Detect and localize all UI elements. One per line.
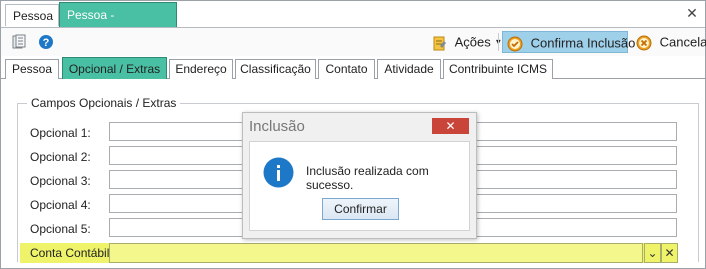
confirma-inclusao-button[interactable]: Confirma Inclusão [502, 31, 635, 53]
actions-icon [433, 36, 446, 51]
dialog-message: Inclusão realizada com sucesso. [306, 164, 429, 192]
doc-tab-pessoa-inclusao[interactable]: Pessoa - [Inclusão] [59, 2, 177, 47]
doc-tab-pessoa[interactable]: Pessoa [5, 4, 59, 26]
info-icon [263, 157, 294, 188]
inclusao-dialog: Inclusão ✕ Inclusão realizada com sucess… [242, 112, 477, 239]
tab-label: Classificação [240, 62, 311, 76]
tab-atividade[interactable]: Atividade [377, 59, 441, 79]
window: Pessoa Pessoa - [Inclusão] ✕ ? Açõe [0, 0, 706, 269]
confirm-icon [507, 36, 523, 52]
tab-label: Atividade [384, 62, 434, 76]
dialog-close-button[interactable]: ✕ [432, 118, 469, 134]
cancela-button[interactable]: Cancela [632, 31, 706, 53]
tab-endereco[interactable]: Endereço [169, 59, 233, 79]
dialog-body: Inclusão realizada com sucesso. Confirma… [249, 141, 470, 231]
tab-contato[interactable]: Contato [318, 59, 375, 79]
toolbar: ? Ações ▼ Confirma Inclusão [1, 28, 706, 56]
acoes-menu-button[interactable]: Ações ▼ [429, 31, 502, 53]
tab-classificacao[interactable]: Classificação [235, 59, 316, 79]
opcional-3-label: Opcional 3: [30, 174, 91, 188]
tab-label: Pessoa [11, 62, 53, 76]
confirma-label: Confirma Inclusão [530, 35, 636, 51]
cancela-label: Cancela [659, 34, 706, 50]
report-icon[interactable] [11, 34, 27, 50]
page-tab-bar: Pessoa Opcional / Extras Endereço Classi… [1, 57, 705, 79]
tab-label: Opcional / Extras [68, 62, 161, 76]
conta-contabil-row: Conta Contábil: ⌄ ✕ [20, 243, 678, 263]
document-tab-bar: Pessoa Pessoa - [Inclusão] ✕ [1, 1, 705, 47]
tab-pessoa[interactable]: Pessoa [5, 59, 59, 79]
conta-contabil-label: Conta Contábil: [30, 246, 113, 260]
dialog-title: Inclusão [249, 118, 305, 135]
chevron-down-icon[interactable]: ⌄ [644, 243, 661, 263]
tab-opcional-extras[interactable]: Opcional / Extras [62, 57, 167, 79]
acoes-label: Ações [454, 34, 491, 50]
toolbar-separator [498, 33, 499, 51]
cancel-icon [636, 35, 652, 51]
opcional-4-label: Opcional 4: [30, 198, 91, 212]
svg-text:?: ? [43, 37, 50, 49]
tab-label: Endereço [175, 62, 227, 76]
clear-icon[interactable]: ✕ [661, 243, 678, 263]
tab-label: Contato [325, 62, 368, 76]
group-title: Campos Opcionais / Extras [27, 96, 181, 110]
tab-contribuinte-icms[interactable]: Contribuinte ICMS [443, 59, 553, 79]
conta-contabil-input[interactable] [109, 243, 643, 263]
help-icon[interactable]: ? [38, 34, 54, 50]
confirmar-button[interactable]: Confirmar [322, 198, 399, 220]
opcional-5-label: Opcional 5: [30, 222, 91, 236]
close-icon[interactable]: ✕ [686, 6, 698, 20]
tab-label: Contribuinte ICMS [448, 62, 548, 76]
opcional-1-label: Opcional 1: [30, 126, 91, 140]
opcional-2-label: Opcional 2: [30, 150, 91, 164]
doc-tab-label: Pessoa [13, 9, 54, 23]
